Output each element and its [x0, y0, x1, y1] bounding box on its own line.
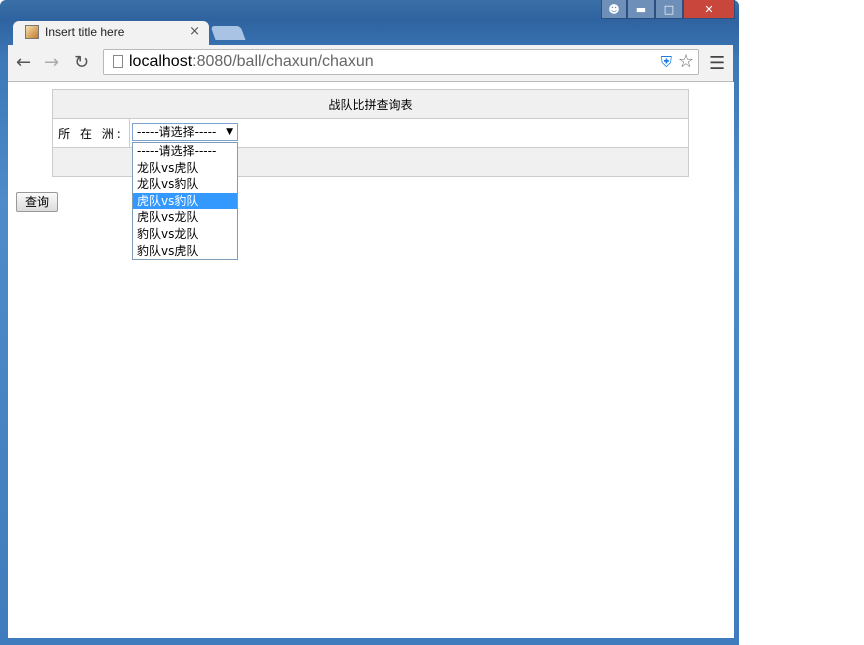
select-dropdown-list: -----请选择----- 龙队vs虎队 龙队vs豹队 虎队vs豹队 虎队vs龙…	[132, 142, 238, 261]
browser-toolbar: ← → ↻ localhost:8080/ball/chaxun/chaxun …	[8, 45, 733, 82]
page-viewport: 战队比拼查询表 所 在 洲: -----请选择----- ▼ -----请选择-…	[8, 82, 734, 638]
option-item[interactable]: -----请选择-----	[133, 143, 237, 160]
back-icon[interactable]: ←	[16, 52, 31, 73]
browser-window: ☻ ▬ □ ✕ Insert title here × ← → ↻ localh…	[0, 0, 739, 645]
browser-tab[interactable]: Insert title here ×	[13, 21, 209, 45]
address-bar[interactable]: localhost:8080/ball/chaxun/chaxun ⛨ ☆	[103, 49, 699, 75]
tab-title: Insert title here	[45, 25, 125, 39]
select-value: -----请选择-----	[137, 125, 217, 139]
dropdown-arrow-icon: ▼	[226, 127, 233, 137]
reload-icon[interactable]: ↻	[74, 52, 89, 73]
window-controls: ☻ ▬ □ ✕	[601, 0, 735, 20]
forward-icon[interactable]: →	[44, 52, 59, 73]
option-item-highlighted[interactable]: 虎队vs豹队	[133, 192, 237, 210]
shield-icon[interactable]: ⛨	[661, 53, 672, 71]
maximize-icon[interactable]: □	[655, 0, 683, 19]
page-icon	[113, 55, 123, 68]
field-label: 所 在 洲:	[52, 118, 130, 148]
option-item[interactable]: 虎队vs龙队	[133, 209, 237, 226]
user-icon[interactable]: ☻	[601, 0, 627, 19]
menu-icon[interactable]: ☰	[709, 53, 725, 74]
option-item[interactable]: 豹队vs龙队	[133, 226, 237, 243]
option-item[interactable]: 龙队vs虎队	[133, 160, 237, 177]
tab-close-icon[interactable]: ×	[189, 24, 200, 39]
query-button[interactable]: 查询	[16, 192, 58, 212]
close-icon[interactable]: ✕	[683, 0, 735, 19]
match-select[interactable]: -----请选择----- ▼	[132, 123, 238, 141]
url-text: localhost:8080/ball/chaxun/chaxun	[129, 53, 374, 70]
bookmark-star-icon[interactable]: ☆	[678, 51, 694, 72]
option-item[interactable]: 豹队vs虎队	[133, 243, 237, 260]
page-favicon-icon	[25, 25, 39, 39]
option-item[interactable]: 龙队vs豹队	[133, 176, 237, 193]
table-title: 战队比拼查询表	[52, 89, 689, 119]
new-tab-button[interactable]	[210, 26, 246, 40]
minimize-icon[interactable]: ▬	[627, 0, 655, 19]
